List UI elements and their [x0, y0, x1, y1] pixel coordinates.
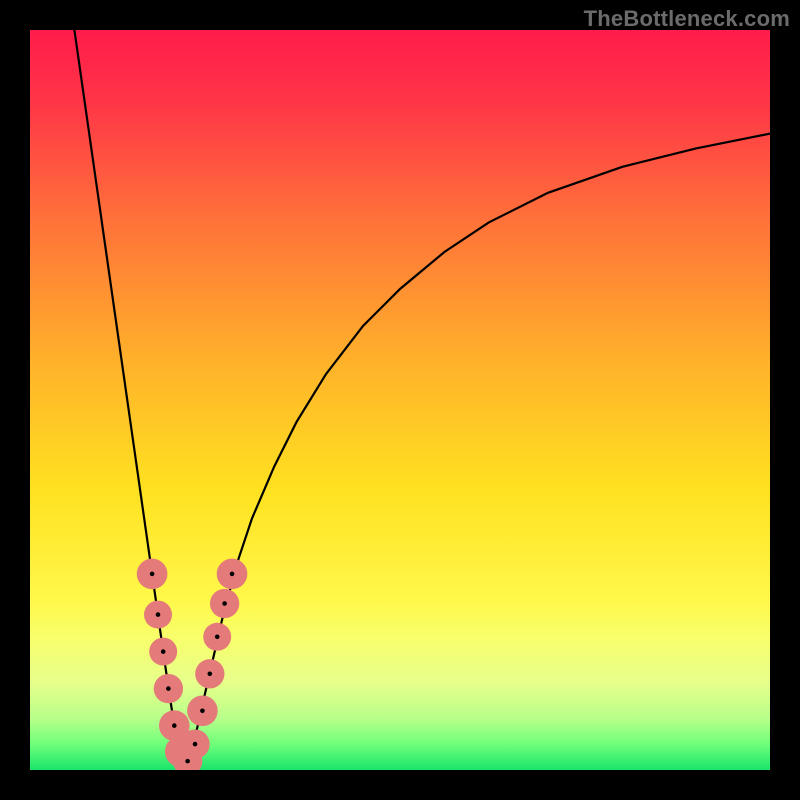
marker-center — [222, 601, 227, 606]
marker-center — [230, 572, 235, 577]
marker-center — [200, 709, 205, 714]
marker-center — [208, 672, 213, 677]
marker-center — [172, 723, 177, 728]
marker-center — [215, 635, 220, 640]
marker-center — [156, 612, 161, 617]
marker-center — [166, 686, 171, 691]
marker-center — [150, 572, 155, 577]
curve-right — [185, 134, 770, 767]
chart-frame: TheBottleneck.com — [0, 0, 800, 800]
curve-layer — [30, 30, 770, 770]
watermark-label: TheBottleneck.com — [584, 6, 790, 32]
plot-area — [30, 30, 770, 770]
marker-center — [161, 649, 166, 654]
marker-center — [185, 759, 190, 764]
marker-center — [193, 742, 198, 747]
